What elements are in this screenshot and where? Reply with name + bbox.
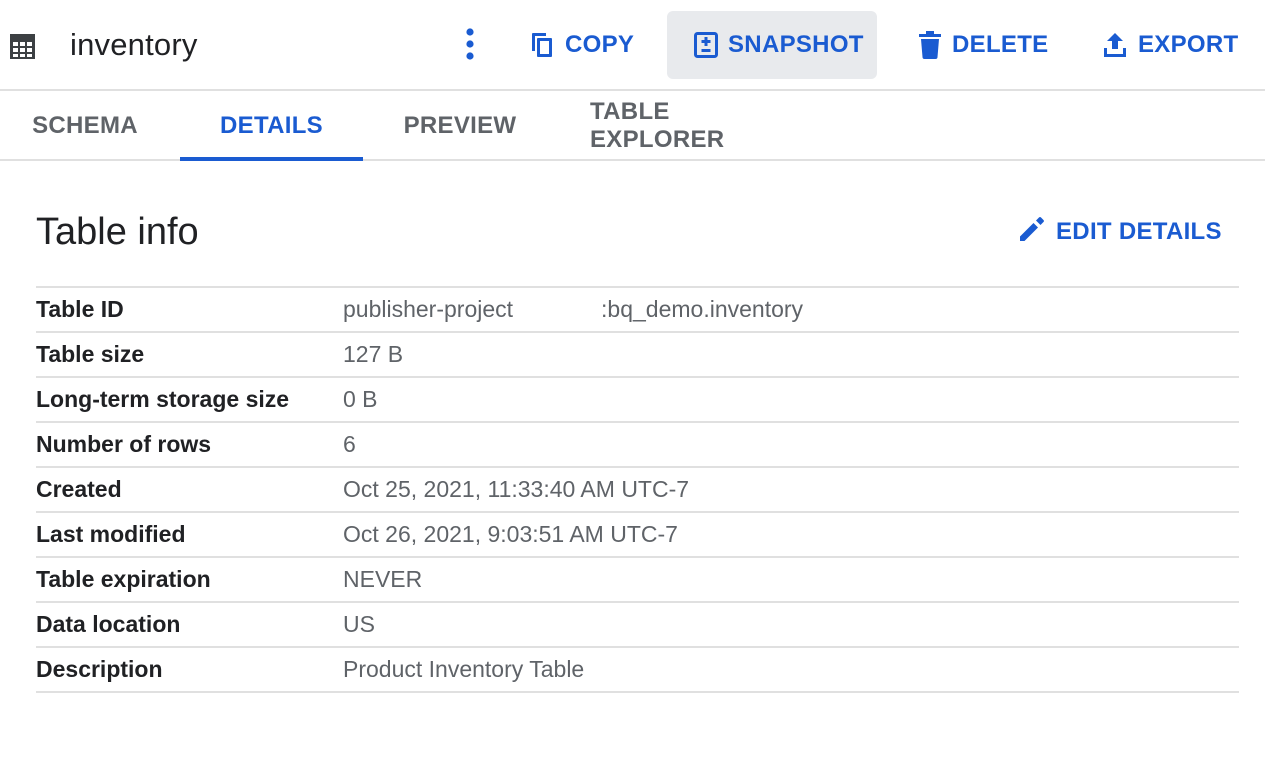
copy-icon — [529, 31, 555, 59]
snapshot-button[interactable]: SNAPSHOT — [667, 11, 877, 79]
info-row-table-id: Table ID publisher-project :bq_demo.inven… — [36, 288, 1239, 333]
info-row-data-location: Data location US — [36, 603, 1239, 648]
info-label: Created — [36, 476, 122, 502]
upload-icon — [1102, 32, 1128, 58]
table-grid-icon — [9, 33, 36, 60]
delete-button[interactable]: DELETE — [918, 11, 1048, 79]
tab-table-explorer[interactable]: TABLE EXPLORER — [590, 92, 810, 159]
edit-details-label: EDIT DETAILS — [1056, 218, 1222, 245]
pencil-icon — [1018, 215, 1046, 250]
info-label: Description — [36, 656, 163, 682]
info-label: Number of rows — [36, 431, 212, 457]
table-id-prefix: publisher-project — [343, 296, 514, 322]
trash-icon — [918, 31, 942, 59]
info-value: NEVER — [343, 566, 423, 592]
snapshot-icon — [694, 32, 718, 58]
info-value: Product Inventory Table — [343, 656, 585, 682]
info-value-table-id: publisher-project :bq_demo.inventory — [343, 296, 803, 323]
more-vert-icon — [465, 27, 475, 66]
info-label: Table size — [36, 341, 145, 367]
info-row-created: Created Oct 25, 2021, 11:33:40 AM UTC-7 — [36, 468, 1239, 513]
info-label: Long-term storage size — [36, 386, 290, 412]
tab-bar: SCHEMA DETAILS PREVIEW TABLE EXPLORER — [0, 92, 1265, 161]
tab-preview[interactable]: PREVIEW — [400, 92, 520, 159]
info-value: 6 — [343, 431, 356, 457]
delete-label: DELETE — [952, 31, 1049, 58]
info-row-last-modified: Last modified Oct 26, 2021, 9:03:51 AM U… — [36, 513, 1239, 558]
info-label: Last modified — [36, 521, 186, 547]
more-options-button[interactable] — [455, 22, 485, 70]
table-id-suffix: :bq_demo.inventory — [601, 296, 804, 322]
info-row-table-size: Table size 127 B — [36, 333, 1239, 378]
info-label: Table ID — [36, 296, 124, 322]
info-value: 0 B — [343, 386, 378, 412]
copy-button[interactable]: COPY — [529, 11, 634, 79]
table-info-list: Table ID publisher-project :bq_demo.inven… — [36, 286, 1239, 693]
tab-details[interactable]: DETAILS — [180, 92, 363, 161]
info-label: Data location — [36, 611, 181, 637]
info-row-long-term-storage: Long-term storage size 0 B — [36, 378, 1239, 423]
tab-schema[interactable]: SCHEMA — [30, 92, 140, 159]
table-title: inventory — [70, 27, 198, 62]
info-label: Table expiration — [36, 566, 211, 592]
copy-label: COPY — [565, 31, 635, 58]
info-row-description: Description Product Inventory Table — [36, 648, 1239, 693]
info-row-number-of-rows: Number of rows 6 — [36, 423, 1239, 468]
table-header-bar: inventory COPY SNAPSHOT DELETE EXPORT — [0, 0, 1265, 91]
info-value: Oct 25, 2021, 11:33:40 AM UTC-7 — [343, 476, 690, 502]
section-title: Table info — [36, 211, 199, 253]
info-row-table-expiration: Table expiration NEVER — [36, 558, 1239, 603]
export-button[interactable]: EXPORT — [1102, 11, 1238, 79]
snapshot-label: SNAPSHOT — [728, 31, 864, 58]
export-label: EXPORT — [1138, 31, 1239, 58]
edit-details-button[interactable]: EDIT DETAILS — [1018, 212, 1222, 252]
info-value: 127 B — [343, 341, 404, 367]
info-value: Oct 26, 2021, 9:03:51 AM UTC-7 — [343, 521, 678, 547]
info-value: US — [343, 611, 375, 637]
